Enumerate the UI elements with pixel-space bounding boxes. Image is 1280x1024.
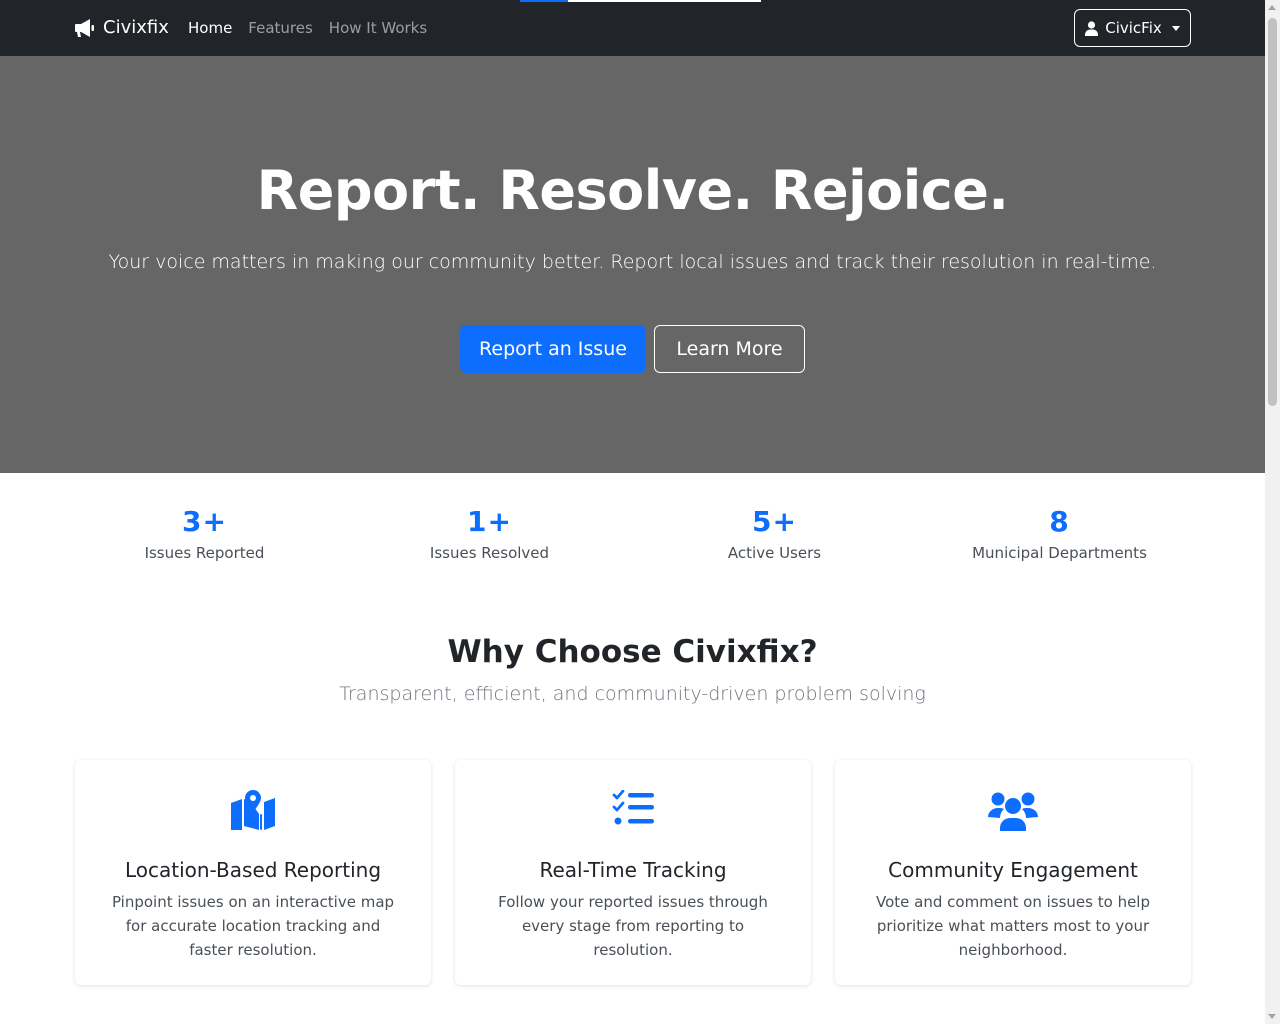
nav-links: Home Features How It Works (188, 19, 427, 37)
section-subtitle: Transparent, efficient, and community-dr… (339, 683, 926, 705)
scroll-down-icon[interactable] (1268, 1014, 1276, 1019)
stat-active-users: 5+ Active Users (632, 505, 917, 562)
feature-description: Follow your reported issues through ever… (498, 893, 768, 959)
user-icon (1085, 20, 1099, 36)
feature-title: Real-Time Tracking (539, 858, 727, 882)
feature-card-location: Location-Based Reporting Pinpoint issues… (75, 760, 431, 985)
hero-title: Report. Resolve. Rejoice. (256, 159, 1009, 222)
hero-subtitle: Your voice matters in making our communi… (108, 251, 1157, 273)
feature-card-tracking: Real-Time Tracking Follow your reported … (455, 760, 811, 985)
stat-municipal-departments: 8 Municipal Departments (917, 505, 1202, 562)
users-icon (988, 792, 1038, 831)
feature-description: Pinpoint issues on an interactive map fo… (111, 893, 395, 959)
feature-card-community: Community Engagement Vote and comment on… (835, 760, 1191, 985)
feature-title: Community Engagement (888, 858, 1138, 882)
scrollbar-thumb[interactable] (1268, 18, 1277, 406)
megaphone-icon (75, 18, 94, 37)
scroll-up-icon[interactable] (1268, 5, 1276, 10)
stat-label: Issues Reported (144, 544, 265, 562)
nav-link-features[interactable]: Features (248, 19, 313, 37)
stat-value: 1+ (467, 505, 512, 538)
stat-value: 3+ (182, 505, 227, 538)
stat-label: Active Users (727, 544, 822, 562)
stat-label: Issues Resolved (429, 544, 550, 562)
user-menu-button[interactable]: CivicFix (1074, 9, 1191, 47)
user-menu-label: CivicFix (1105, 19, 1162, 37)
stat-label: Municipal Departments (972, 544, 1147, 562)
feature-description: Vote and comment on issues to help prior… (876, 893, 1150, 959)
brand-name: Civixfix (103, 17, 169, 38)
section-title: Why Choose Civixfix? (447, 634, 818, 670)
chevron-down-icon (1171, 25, 1180, 31)
report-issue-button[interactable]: Report an Issue (460, 325, 646, 373)
feature-title: Location-Based Reporting (124, 858, 382, 882)
stat-issues-resolved: 1+ Issues Resolved (347, 505, 632, 562)
learn-more-button[interactable]: Learn More (654, 325, 805, 373)
page-load-progress (520, 0, 761, 2)
list-check-icon (612, 790, 654, 825)
page-scrollbar[interactable] (1265, 0, 1280, 1024)
map-location-icon (231, 790, 275, 830)
stat-issues-reported: 3+ Issues Reported (62, 505, 347, 562)
stat-value: 8 (1049, 505, 1070, 538)
navbar: Civixfix Home Features How It Works Civi… (0, 0, 1265, 56)
brand-link[interactable]: Civixfix (74, 17, 169, 38)
page-load-progress-fill (520, 0, 568, 2)
stat-value: 5+ (752, 505, 797, 538)
nav-link-home[interactable]: Home (188, 19, 232, 37)
nav-link-how-it-works[interactable]: How It Works (329, 19, 427, 37)
hero-section: Report. Resolve. Rejoice. Your voice mat… (0, 56, 1265, 473)
